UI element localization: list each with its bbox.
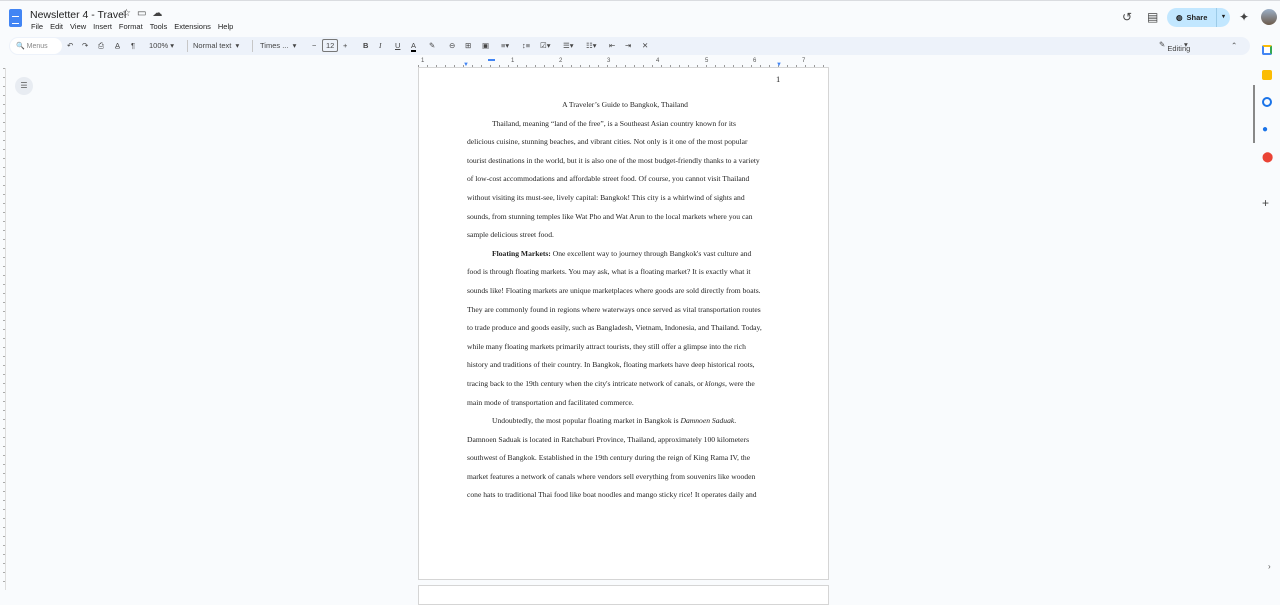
text-line: without visiting its must-see, lively ca… bbox=[467, 192, 745, 202]
text-line: sounds, from stunning temples like Wat P… bbox=[467, 211, 753, 221]
share-dropdown[interactable]: ▾ bbox=[1216, 8, 1230, 27]
keep-icon[interactable] bbox=[1262, 70, 1272, 80]
cloud-saved-icon[interactable]: ☁ bbox=[152, 8, 168, 19]
document-page[interactable]: 1 A Traveler’s Guide to Bangkok, Thailan… bbox=[418, 67, 829, 580]
gemini-icon[interactable]: ✦ bbox=[1239, 10, 1249, 24]
text-line: delicious cuisine, stunning beaches, and… bbox=[467, 137, 748, 147]
align-icon[interactable]: ≡▾ bbox=[501, 41, 509, 50]
docs-logo-icon[interactable] bbox=[9, 9, 22, 27]
underline-icon[interactable]: U bbox=[395, 41, 400, 50]
text-line: Undoubtedly, the most popular floating m… bbox=[492, 416, 737, 426]
text-line: Thailand, meaning “land of the free”, is… bbox=[492, 118, 736, 128]
contacts-icon[interactable]: ● bbox=[1262, 125, 1272, 135]
decrease-font-size-button[interactable]: − bbox=[312, 41, 316, 50]
text-line: southwest of Bangkok. Established in the… bbox=[467, 453, 751, 463]
divider bbox=[252, 40, 253, 52]
scrollbar[interactable] bbox=[1253, 85, 1255, 143]
vertical-ruler[interactable] bbox=[0, 68, 6, 590]
text-line: while many floating markets primarily at… bbox=[467, 341, 746, 351]
share-button[interactable]: ◍ Share ▾ bbox=[1167, 8, 1230, 27]
calendar-icon[interactable] bbox=[1262, 45, 1272, 55]
text-line: market features a network of canals wher… bbox=[467, 471, 756, 481]
text-line: main mode of transportation and facilita… bbox=[467, 397, 634, 407]
add-comment-icon[interactable]: ⊞ bbox=[465, 41, 471, 50]
menu-edit[interactable]: Edit bbox=[50, 22, 63, 31]
expand-side-panel-chevron-icon[interactable]: › bbox=[1268, 562, 1271, 571]
print-icon[interactable]: ⎙ bbox=[98, 41, 104, 51]
search-menus-input[interactable]: 🔍 Menus bbox=[10, 38, 62, 54]
menu-file[interactable]: File bbox=[31, 22, 43, 31]
tasks-icon[interactable] bbox=[1262, 97, 1272, 107]
numbered-list-icon[interactable]: ☷▾ bbox=[586, 41, 597, 50]
first-line-indent-marker[interactable] bbox=[488, 59, 495, 61]
link-icon[interactable]: ⊖ bbox=[449, 41, 455, 50]
title-bar: Newsletter 4 - Travel ☆▭☁ File Edit View… bbox=[0, 0, 1280, 36]
spellcheck-icon[interactable]: A̲ bbox=[115, 41, 120, 50]
toolbar: 🔍 Menus ↶ ↷ ⎙ A̲ ¶ 100% ▾ Normal text ▾ … bbox=[9, 37, 1250, 55]
increase-font-size-button[interactable]: + bbox=[343, 41, 347, 50]
document-page-2[interactable] bbox=[418, 585, 829, 605]
text-line: of low-cost accommodations and affordabl… bbox=[467, 174, 750, 184]
page-number: 1 bbox=[776, 74, 781, 84]
star-icon[interactable]: ☆ bbox=[122, 8, 137, 19]
checklist-icon[interactable]: ☑▾ bbox=[540, 41, 551, 50]
avatar[interactable] bbox=[1261, 9, 1277, 25]
menu-help[interactable]: Help bbox=[218, 22, 233, 31]
text-line: cone hats to traditional Thai food like … bbox=[467, 490, 757, 500]
increase-indent-icon[interactable]: ⇥ bbox=[625, 41, 631, 50]
menu-bar: File Edit View Insert Format Tools Exten… bbox=[31, 22, 233, 31]
text-line: sample delicious street food. bbox=[467, 230, 554, 240]
text-line: Damnoen Saduak is located in Ratchaburi … bbox=[467, 434, 750, 444]
redo-icon[interactable]: ↷ bbox=[82, 41, 88, 50]
insert-image-icon[interactable]: ▣ bbox=[482, 41, 489, 50]
decrease-indent-icon[interactable]: ⇤ bbox=[609, 41, 615, 50]
line-spacing-icon[interactable]: ↕≡ bbox=[522, 41, 530, 50]
text-line: food is through floating markets. You ma… bbox=[467, 267, 751, 277]
document-outline-icon[interactable]: ☰ bbox=[15, 77, 33, 95]
italic-icon[interactable]: I bbox=[379, 41, 382, 50]
text-line: history and traditions of their country.… bbox=[467, 360, 755, 370]
divider bbox=[187, 40, 188, 52]
move-folder-icon[interactable]: ▭ bbox=[137, 8, 152, 19]
menu-tools[interactable]: Tools bbox=[150, 22, 168, 31]
menu-view[interactable]: View bbox=[70, 22, 86, 31]
document-heading: A Traveler’s Guide to Bangkok, Thailand bbox=[562, 100, 688, 109]
menu-format[interactable]: Format bbox=[119, 22, 143, 31]
font-select[interactable]: Times ... ▾ bbox=[260, 41, 296, 50]
highlight-icon[interactable]: ✎ bbox=[429, 41, 435, 50]
paint-format-icon[interactable]: ¶ bbox=[131, 41, 135, 50]
maps-icon[interactable]: ⬤ bbox=[1262, 153, 1273, 163]
editing-mode-select[interactable]: ✎ Editing ▾ bbox=[1159, 40, 1190, 53]
version-history-icon[interactable]: ↺ bbox=[1122, 10, 1132, 24]
undo-icon[interactable]: ↶ bbox=[67, 41, 73, 50]
globe-icon: ◍ bbox=[1176, 13, 1183, 22]
add-addon-icon[interactable]: + bbox=[1262, 197, 1272, 209]
text-line: tracing back to the 19th century when th… bbox=[467, 378, 755, 388]
zoom-select[interactable]: 100% ▾ bbox=[149, 41, 174, 50]
comments-icon[interactable]: ▤ bbox=[1147, 10, 1158, 24]
text-line: sounds like! Floating markets are unique… bbox=[467, 285, 761, 295]
text-line: Floating Markets: One excellent way to j… bbox=[492, 248, 752, 258]
bulleted-list-icon[interactable]: ☰▾ bbox=[563, 41, 574, 50]
text-line: to trade produce and goods easily, such … bbox=[467, 323, 762, 333]
document-body[interactable]: A Traveler’s Guide to Bangkok, Thailand … bbox=[467, 96, 787, 505]
hide-menus-chevron-up-icon[interactable]: ⌃ bbox=[1231, 41, 1237, 50]
document-title[interactable]: Newsletter 4 - Travel bbox=[30, 9, 126, 21]
menu-insert[interactable]: Insert bbox=[93, 22, 112, 31]
text-color-icon[interactable]: A bbox=[411, 41, 417, 52]
bold-heading: Floating Markets: bbox=[492, 248, 551, 258]
clear-formatting-icon[interactable]: ✕ bbox=[642, 41, 648, 50]
menu-extensions[interactable]: Extensions bbox=[174, 22, 211, 31]
bold-icon[interactable]: B bbox=[363, 41, 368, 50]
text-line: They are commonly found in regions where… bbox=[467, 304, 761, 314]
text-line: tourist destinations in the world, but i… bbox=[467, 155, 760, 165]
style-select[interactable]: Normal text ▾ bbox=[193, 41, 239, 50]
font-size-input[interactable]: 12 bbox=[322, 39, 339, 52]
